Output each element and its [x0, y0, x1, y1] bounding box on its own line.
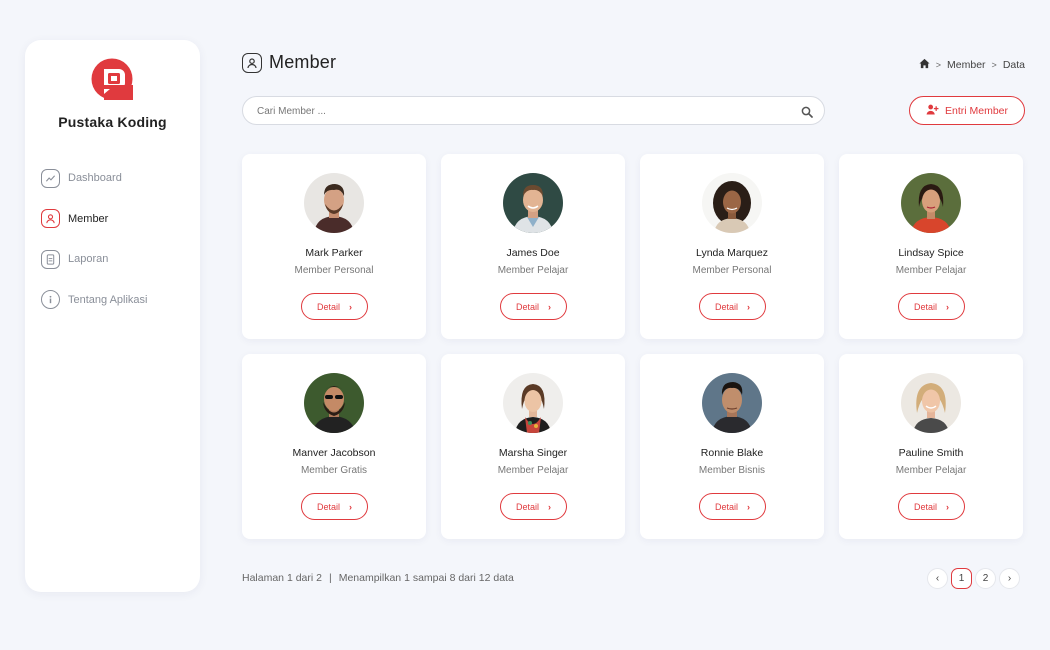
detail-button[interactable]: Detail ›	[500, 293, 567, 320]
sidebar-nav: Dashboard Member Laporan Tentang Aplikas…	[41, 158, 191, 320]
page-1-button[interactable]: 1	[951, 568, 972, 589]
user-plus-icon	[926, 102, 939, 120]
sidebar: Pustaka Koding Dashboard Member Laporan …	[25, 40, 200, 592]
chevron-right-icon: ›	[548, 501, 551, 512]
detail-label: Detail	[515, 501, 539, 512]
member-card: Pauline Smith Member Pelajar Detail ›	[839, 354, 1023, 539]
chevron-right-icon: ›	[946, 301, 949, 312]
range-info: Menampilkan 1 sampai 8 dari 12 data	[338, 572, 514, 584]
sidebar-item-tentang-aplikasi[interactable]: Tentang Aplikasi	[41, 280, 191, 321]
next-page-button[interactable]: ›	[999, 568, 1020, 589]
logo-icon	[91, 58, 133, 100]
member-card: Lindsay Spice Member Pelajar Detail ›	[839, 154, 1023, 339]
detail-label: Detail	[913, 501, 937, 512]
chart-icon	[41, 168, 60, 188]
member-type: Member Gratis	[300, 465, 368, 476]
chevron-right-icon: ›	[946, 501, 949, 512]
add-member-button[interactable]: Entri Member	[909, 96, 1025, 125]
chevron-right-icon: >	[991, 60, 997, 70]
sidebar-item-label: Member	[68, 212, 109, 225]
member-type: Member Personal	[294, 265, 374, 276]
prev-page-button[interactable]: ‹	[927, 568, 948, 589]
page-title: Member	[269, 52, 337, 72]
avatar	[702, 173, 762, 233]
page-header: Member	[242, 52, 336, 73]
sidebar-item-label: Dashboard	[68, 172, 122, 185]
search-input[interactable]	[257, 103, 777, 119]
sidebar-item-label: Tentang Aplikasi	[68, 293, 148, 306]
member-card: James Doe Member Pelajar Detail ›	[441, 154, 625, 339]
member-type: Member Bisnis	[698, 465, 766, 476]
sidebar-item-label: Laporan	[68, 253, 109, 266]
chevron-right-icon: ›	[747, 501, 750, 512]
divider: |	[328, 572, 332, 584]
detail-label: Detail	[714, 301, 738, 312]
detail-button[interactable]: Detail ›	[500, 493, 567, 520]
search-icon[interactable]	[801, 105, 813, 118]
info-icon	[41, 290, 60, 310]
pagination: ‹ 1 2 ›	[927, 568, 1023, 589]
detail-label: Detail	[316, 301, 340, 312]
breadcrumb-item-member[interactable]: Member	[947, 59, 986, 71]
avatar	[503, 373, 563, 433]
member-name: Ronnie Blake	[700, 447, 764, 459]
detail-button[interactable]: Detail ›	[301, 293, 368, 320]
member-type: Member Pelajar	[497, 465, 569, 476]
user-icon	[242, 52, 262, 73]
member-type: Member Pelajar	[895, 465, 967, 476]
member-card: Mark Parker Member Personal Detail ›	[242, 154, 426, 339]
chevron-right-icon: ›	[747, 301, 750, 312]
member-name: Lindsay Spice	[898, 247, 964, 259]
member-card: Lynda Marquez Member Personal Detail ›	[640, 154, 824, 339]
detail-button[interactable]: Detail ›	[301, 493, 368, 520]
detail-label: Detail	[913, 301, 937, 312]
sidebar-item-member[interactable]: Member	[41, 199, 191, 240]
member-card: Manver Jacobson Member Gratis Detail ›	[242, 354, 426, 539]
sidebar-item-dashboard[interactable]: Dashboard	[41, 158, 191, 199]
sidebar-item-laporan[interactable]: Laporan	[41, 239, 191, 280]
search-bar	[242, 96, 825, 125]
detail-button[interactable]: Detail ›	[898, 493, 965, 520]
home-icon[interactable]	[919, 58, 930, 72]
chevron-right-icon: ›	[1007, 573, 1012, 584]
chevron-right-icon: >	[935, 60, 942, 70]
member-name: Lynda Marquez	[696, 247, 768, 259]
chevron-right-icon: ›	[349, 301, 352, 312]
member-type: Member Pelajar	[895, 265, 967, 276]
detail-button[interactable]: Detail ›	[699, 293, 766, 320]
document-icon	[41, 249, 60, 269]
breadcrumb: > Member > Data	[919, 58, 1025, 72]
avatar	[304, 173, 364, 233]
breadcrumb-item-data: Data	[1002, 59, 1025, 71]
detail-label: Detail	[316, 501, 340, 512]
member-name: Mark Parker	[305, 247, 363, 259]
member-card: Ronnie Blake Member Bisnis Detail ›	[640, 354, 824, 539]
detail-button[interactable]: Detail ›	[699, 493, 766, 520]
member-card: Marsha Singer Member Pelajar Detail ›	[441, 354, 625, 539]
detail-button[interactable]: Detail ›	[898, 293, 965, 320]
chevron-left-icon: ‹	[935, 573, 940, 584]
page-2-button[interactable]: 2	[975, 568, 996, 589]
member-name: James Doe	[506, 247, 560, 259]
avatar	[901, 373, 961, 433]
member-grid: Mark Parker Member Personal Detail › Jame…	[242, 154, 1025, 539]
avatar	[702, 373, 762, 433]
avatar	[901, 173, 961, 233]
add-member-label: Entri Member	[944, 104, 1008, 117]
chevron-right-icon: ›	[548, 301, 551, 312]
detail-label: Detail	[714, 501, 738, 512]
pagination-info: Halaman 1 dari 2 | Menampilkan 1 sampai 8 …	[242, 572, 514, 584]
page-info: Halaman 1 dari 2	[242, 572, 322, 584]
member-name: Marsha Singer	[498, 447, 568, 459]
member-type: Member Personal	[692, 265, 772, 276]
brand-name: Pustaka Koding	[58, 114, 167, 130]
avatar	[503, 173, 563, 233]
chevron-right-icon: ›	[349, 501, 352, 512]
member-type: Member Pelajar	[497, 265, 569, 276]
avatar	[304, 373, 364, 433]
member-name: Pauline Smith	[898, 447, 964, 459]
member-name: Manver Jacobson	[292, 447, 376, 459]
detail-label: Detail	[515, 301, 539, 312]
user-icon	[41, 209, 60, 229]
